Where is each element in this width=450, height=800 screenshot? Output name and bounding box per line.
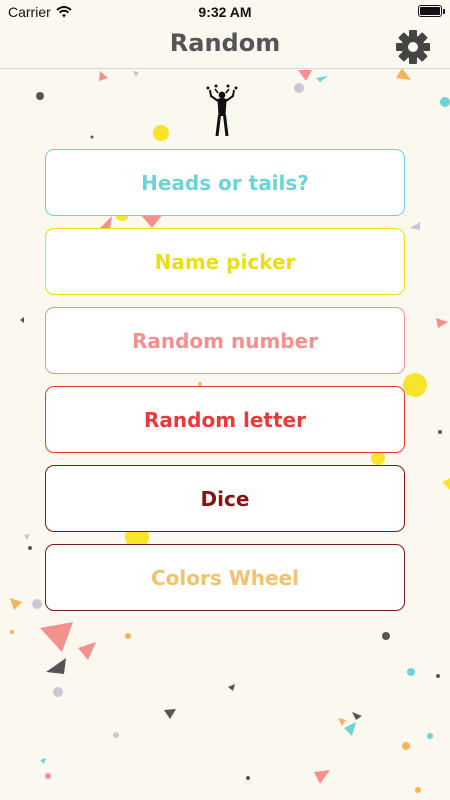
colors-wheel-button[interactable]: Colors Wheel — [45, 544, 405, 611]
status-time: 9:32 AM — [198, 4, 252, 20]
heads-or-tails-button[interactable]: Heads or tails? — [45, 149, 405, 216]
dice-button[interactable]: Dice — [45, 465, 405, 532]
name-picker-button[interactable]: Name picker — [45, 228, 405, 295]
status-bar: Carrier 9:32 AM — [0, 0, 450, 24]
gear-icon — [396, 30, 430, 64]
navigation-bar: Random — [0, 24, 450, 69]
juggler-icon — [206, 84, 238, 137]
main-menu: Heads or tails? Name picker Random numbe… — [45, 149, 405, 623]
random-letter-button[interactable]: Random letter — [45, 386, 405, 453]
settings-button[interactable] — [394, 28, 432, 66]
battery-icon — [418, 5, 445, 17]
page-title: Random — [169, 29, 281, 57]
random-number-button[interactable]: Random number — [45, 307, 405, 374]
